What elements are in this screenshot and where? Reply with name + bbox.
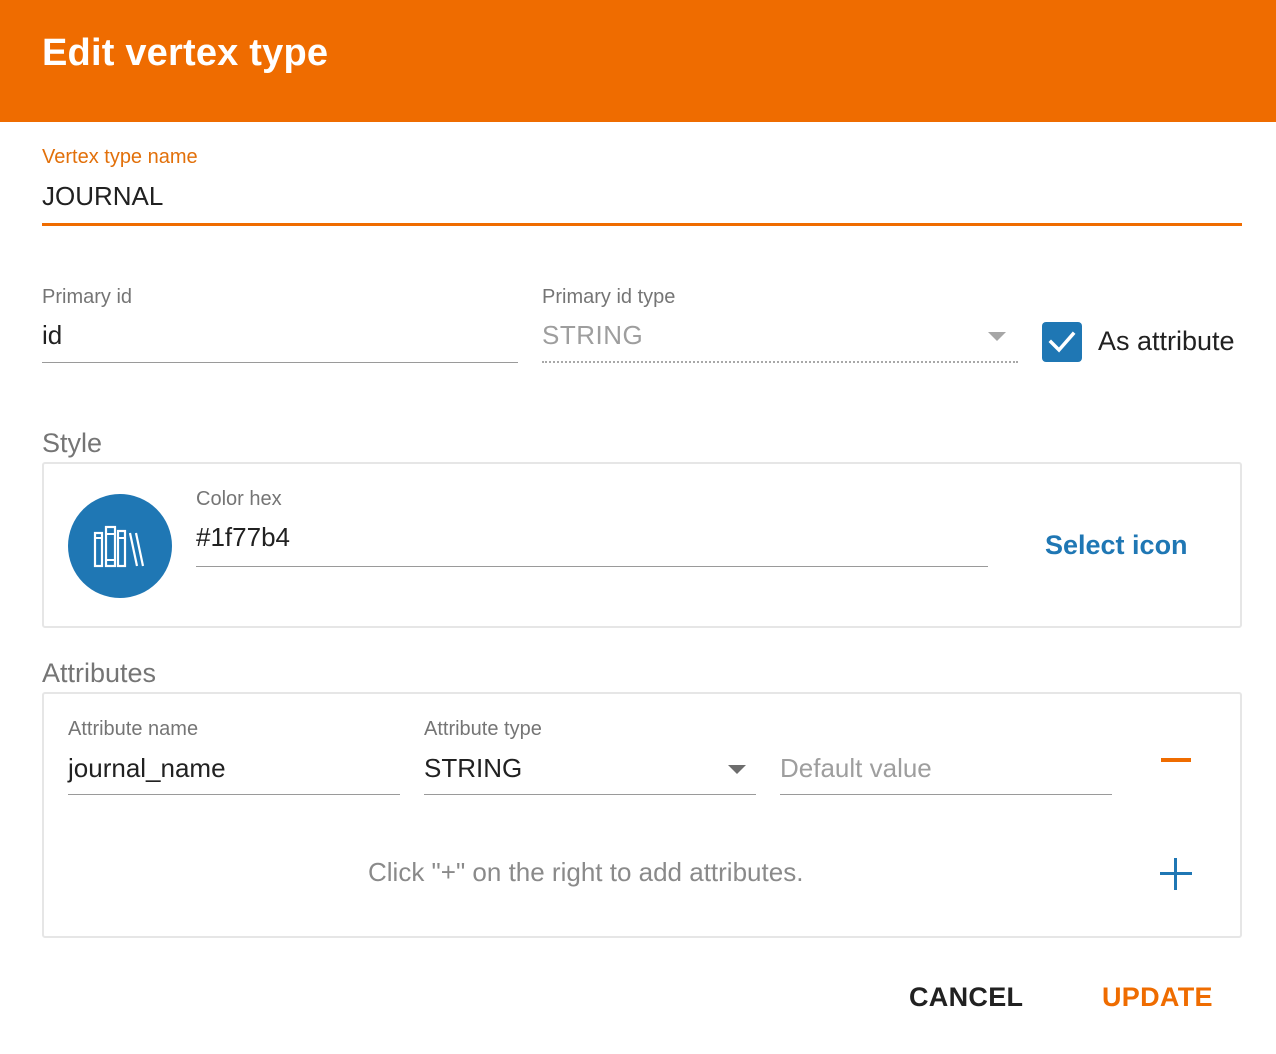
primary-id-label: Primary id [42,286,133,308]
color-hex-input[interactable]: #1f77b4 [196,522,988,553]
check-icon [1048,331,1076,353]
remove-attribute-icon[interactable] [1161,758,1191,762]
chevron-down-icon [988,332,1006,341]
attributes-section-title: Attributes [42,658,157,688]
books-icon [93,525,145,568]
vertex-icon-avatar [68,494,172,598]
cancel-button[interactable]: CANCEL [909,982,1023,1013]
attributes-card [42,692,1242,938]
primary-id-type-underline [542,361,1018,363]
dialog-title: Edit vertex type [42,32,329,74]
primary-id-underline [42,362,518,363]
attribute-type-underline [424,794,756,795]
color-hex-label: Color hex [196,488,282,510]
update-button[interactable]: UPDATE [1102,982,1213,1013]
as-attribute-checkbox[interactable] [1042,322,1082,362]
default-value-input[interactable]: Default value [780,753,1112,784]
chevron-down-icon [728,765,746,774]
attribute-type-select[interactable]: STRING [424,753,756,784]
color-hex-underline [196,566,988,567]
attribute-type-label: Attribute type [424,718,542,740]
vertex-type-name-underline [42,223,1242,226]
style-section-title: Style [42,428,103,458]
add-attributes-hint: Click "+" on the right to add attributes… [368,857,804,887]
as-attribute-label: As attribute [1098,326,1235,356]
vertex-type-name-input[interactable]: JOURNAL [42,181,1242,212]
primary-id-type-label: Primary id type [542,286,676,308]
default-value-underline [780,794,1112,795]
attribute-name-input[interactable]: journal_name [68,753,400,784]
vertex-type-name-label: Vertex type name [42,146,198,168]
add-attribute-icon[interactable] [1160,858,1192,890]
dialog-header: Edit vertex type [0,0,1276,122]
primary-id-type-select[interactable]: STRING [542,320,1018,351]
attribute-name-underline [68,794,400,795]
primary-id-input[interactable]: id [42,320,518,351]
select-icon-button[interactable]: Select icon [1045,530,1188,561]
attribute-name-label: Attribute name [68,718,199,740]
